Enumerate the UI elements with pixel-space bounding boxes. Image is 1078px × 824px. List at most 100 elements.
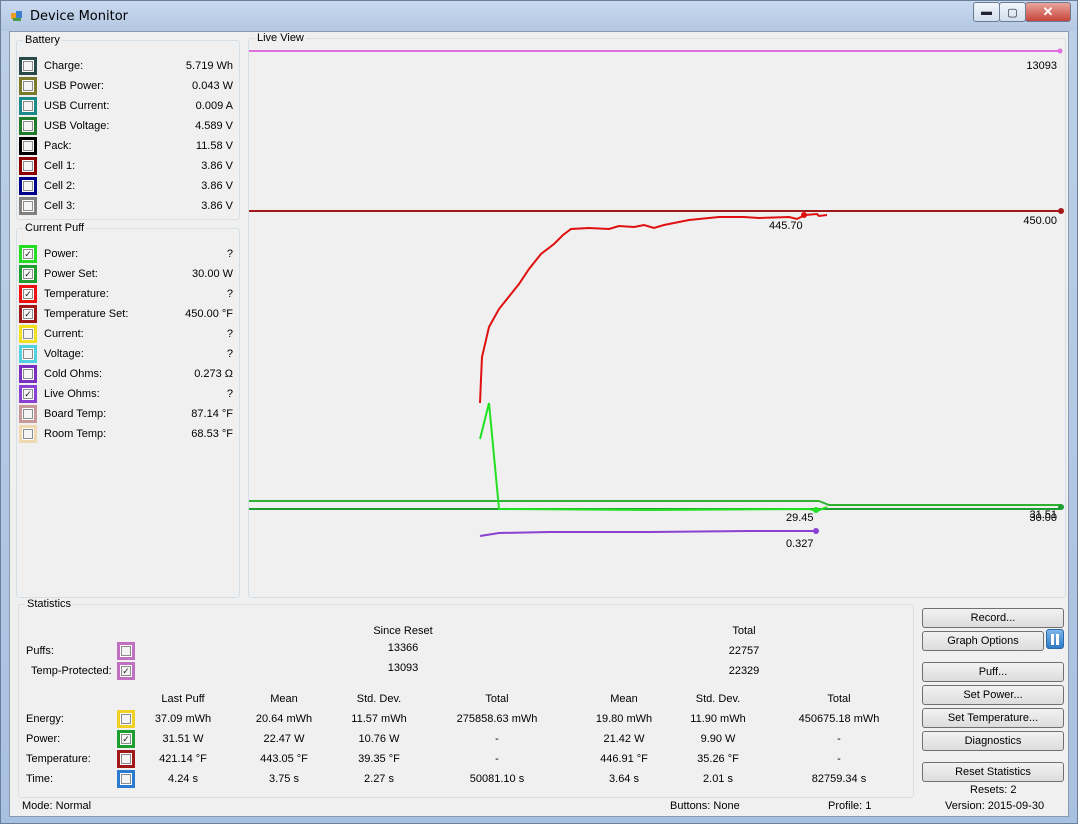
point-live-ohms [813, 528, 819, 534]
stat-cell: - [837, 753, 841, 765]
puff-checkbox[interactable]: ✓ [19, 265, 37, 283]
line-power [479, 402, 828, 513]
checkbox-mark-icon [23, 101, 33, 111]
diagnostics-button[interactable]: Diagnostics [922, 731, 1064, 751]
puff-value: ? [226, 348, 233, 360]
battery-checkbox[interactable] [19, 97, 37, 115]
puff-label: Temperature Set: [44, 308, 129, 320]
close-button[interactable]: ✕ [1025, 2, 1071, 22]
battery-label: Cell 2: [44, 180, 76, 192]
battery-checkbox[interactable] [19, 177, 37, 195]
point-13093 [1057, 48, 1063, 54]
client-area: Battery Charge: 5.719 Wh USB Power: 0.043 W… [9, 31, 1069, 817]
stat-cell: 39.35 °F [358, 753, 400, 765]
puff-checkbox[interactable] [19, 405, 37, 423]
status-version: Version: 2015-09-30 [945, 800, 1045, 812]
label-0-327: 0.327 [786, 538, 814, 550]
battery-value: 0.043 W [192, 80, 233, 92]
battery-checkbox[interactable] [19, 137, 37, 155]
puff-checkbox[interactable] [19, 365, 37, 383]
battery-row: USB Current: 0.009 A [17, 96, 239, 116]
puffs-checkbox[interactable] [117, 642, 135, 660]
puff-value: 450.00 °F [185, 308, 233, 320]
stat-cell: 9.90 W [700, 733, 736, 745]
checkbox-mark-icon: ✓ [23, 289, 33, 299]
stat-cell: 22.47 W [263, 733, 305, 745]
puff-checkbox[interactable]: ✓ [19, 285, 37, 303]
set-power-button[interactable]: Set Power... [922, 685, 1064, 705]
stat-row-checkbox[interactable] [117, 770, 135, 788]
battery-label: Cell 1: [44, 160, 76, 172]
checkbox-mark-icon [23, 369, 33, 379]
checkbox-mark-icon [23, 161, 33, 171]
set-temperature-button[interactable]: Set Temperature... [922, 708, 1064, 728]
total-header: Total [732, 625, 756, 637]
maximize-button[interactable]: ▢ [999, 2, 1026, 22]
stat-column-header: Std. Dev. [695, 693, 741, 705]
stat-column-header: Last Puff [161, 693, 205, 705]
stat-row-checkbox[interactable] [117, 750, 135, 768]
stat-cell: 10.76 W [358, 733, 400, 745]
puff-button[interactable]: Puff... [922, 662, 1064, 682]
stat-cell: 19.80 mWh [595, 713, 653, 725]
puff-checkbox[interactable] [19, 325, 37, 343]
checkbox-mark-icon [23, 201, 33, 211]
stat-cell: 2.27 s [364, 773, 394, 785]
point-power [813, 507, 819, 513]
puff-checkbox[interactable] [19, 425, 37, 443]
stat-row-checkbox[interactable]: ✓ [117, 730, 135, 748]
resets-count: Resets: 2 [970, 784, 1017, 796]
battery-checkbox[interactable] [19, 77, 37, 95]
puff-label: Temperature: [44, 288, 109, 300]
puff-value: ? [226, 328, 233, 340]
battery-checkbox[interactable] [19, 57, 37, 75]
app-icon [11, 11, 22, 21]
battery-label: Pack: [44, 140, 72, 152]
puff-label: Power Set: [44, 268, 98, 280]
battery-checkbox[interactable] [19, 197, 37, 215]
puff-checkbox[interactable] [19, 345, 37, 363]
stat-column-header: Std. Dev. [356, 693, 402, 705]
title-bar: Device Monitor ▬ ▢ ✕ [1, 1, 1077, 31]
live-view-group: Live View 13093 445.70 450.00 29.45 31.5… [248, 32, 1066, 598]
stat-row-checkbox[interactable] [117, 710, 135, 728]
battery-checkbox[interactable] [19, 117, 37, 135]
puff-row: ✓ Power:? [17, 244, 239, 264]
stat-cell: 50081.10 s [469, 773, 525, 785]
battery-value: 3.86 V [201, 200, 233, 212]
record-button[interactable]: Record... [922, 608, 1064, 628]
checkbox-mark-icon [23, 121, 33, 131]
checkbox-mark-icon [23, 429, 33, 439]
battery-checkbox[interactable] [19, 157, 37, 175]
stat-cell: 443.05 °F [260, 753, 308, 765]
puffs-since-reset: 13366 [387, 642, 419, 654]
puff-checkbox[interactable]: ✓ [19, 245, 37, 263]
graph-options-button[interactable]: Graph Options [922, 631, 1044, 651]
pause-button[interactable] [1046, 629, 1064, 649]
line-power-set [818, 500, 1061, 506]
puff-row: Current:? [17, 324, 239, 344]
battery-row: Cell 1: 3.86 V [17, 156, 239, 176]
window-title: Device Monitor [30, 9, 129, 24]
puff-checkbox[interactable]: ✓ [19, 305, 37, 323]
puff-checkbox[interactable]: ✓ [19, 385, 37, 403]
puff-row: Cold Ohms: 0.273 Ω [17, 364, 239, 384]
battery-value: 11.58 V [195, 140, 233, 152]
puff-value: 87.14 °F [191, 408, 233, 420]
puff-value: 0.273 Ω [194, 368, 233, 380]
battery-group: Battery Charge: 5.719 Wh USB Power: 0.043 W… [16, 34, 240, 220]
temp-protected-checkbox[interactable]: ✓ [117, 662, 135, 680]
minimize-button[interactable]: ▬ [973, 2, 1000, 22]
battery-value: 0.009 A [195, 100, 233, 112]
battery-label: Cell 3: [44, 200, 76, 212]
checkbox-mark-icon: ✓ [23, 389, 33, 399]
battery-label: USB Voltage: [44, 120, 110, 132]
stat-cell: - [495, 753, 499, 765]
stat-cell: 446.91 °F [600, 753, 648, 765]
stat-cell: 11.57 mWh [351, 713, 407, 725]
stat-cell: 3.75 s [269, 773, 299, 785]
puff-row: ✓ Temperature:? [17, 284, 239, 304]
reset-statistics-button[interactable]: Reset Statistics [922, 762, 1064, 782]
stat-cell: 11.90 mWh [690, 713, 746, 725]
checkbox-mark-icon [23, 141, 33, 151]
